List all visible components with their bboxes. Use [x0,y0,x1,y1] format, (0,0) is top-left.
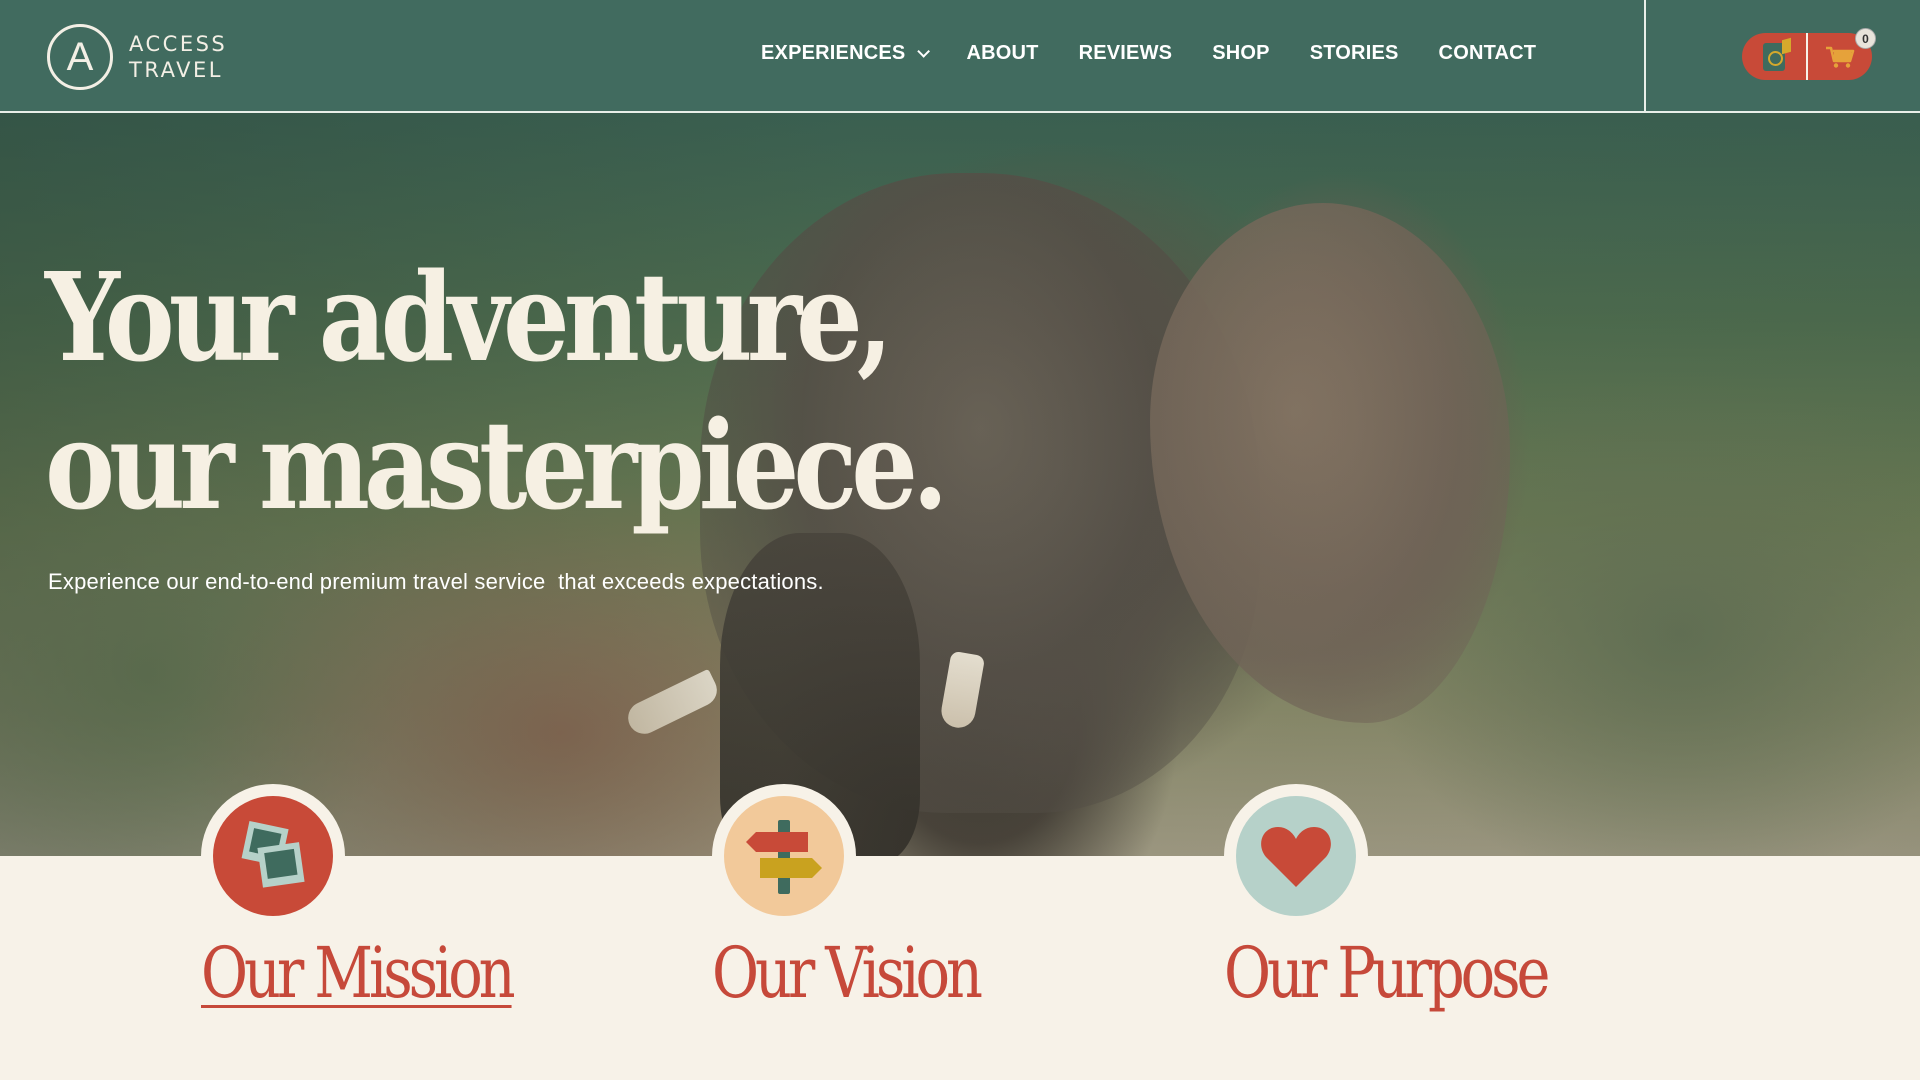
site-header: A ACCESS TRAVEL EXPERIENCES ABOUT REVIEW… [0,0,1920,113]
hero-section: Your adventure, our masterpiece. Experie… [0,113,1920,856]
photos-icon [213,796,333,916]
value-card-vision: Our Vision [712,784,983,1014]
our-mission-link[interactable]: Our Mission [201,932,516,1014]
our-purpose-link[interactable]: Our Purpose [1224,932,1550,1014]
header-divider [1644,0,1646,113]
nav-item-label: REVIEWS [1078,42,1173,64]
passport-button[interactable] [1742,33,1806,80]
brand-name: ACCESS TRAVEL [129,31,227,83]
nav-item-experiences[interactable]: EXPERIENCES [761,42,931,65]
icon-ring [1224,784,1368,928]
nav-item-label: STORIES [1309,42,1399,64]
main-nav: EXPERIENCES ABOUT REVIEWS SHOP STORIES C… [761,42,1536,65]
brand-line-1: ACCESS [129,32,228,56]
hero-title: Your adventure, our masterpiece. [45,243,948,539]
header-action-pill [1742,33,1872,80]
icon-ring [201,784,345,928]
nav-item-label: ABOUT [966,42,1039,64]
nav-item-stories[interactable]: STORIES [1310,42,1399,65]
passport-icon [1763,37,1791,71]
nav-item-reviews[interactable]: REVIEWS [1079,42,1173,65]
nav-item-contact[interactable]: CONTACT [1439,42,1537,65]
nav-item-label: CONTACT [1438,42,1537,64]
icon-ring [712,784,856,928]
chevron-down-icon [917,45,931,58]
nav-item-about[interactable]: ABOUT [966,42,1038,65]
nav-item-label: EXPERIENCES [761,42,906,64]
brand-line-2: TRAVEL [129,58,223,82]
hero-subtitle: Experience our end-to-end premium travel… [48,569,824,594]
shopping-cart-icon [1825,45,1855,69]
compass-a-logo-icon: A [47,24,113,90]
logo-link[interactable]: A ACCESS TRAVEL [47,24,227,90]
value-card-mission: Our Mission [201,784,516,1014]
value-card-purpose: Our Purpose [1224,784,1550,1014]
our-vision-link[interactable]: Our Vision [712,932,983,1014]
signpost-icon [724,796,844,916]
heart-icon [1236,796,1356,916]
hero-title-line-2: our masterpiece. [45,393,948,537]
nav-item-label: SHOP [1212,42,1270,64]
nav-item-shop[interactable]: SHOP [1212,42,1269,65]
cart-count-badge: 0 [1855,28,1876,49]
hero-title-line-1: Your adventure, [45,245,893,389]
